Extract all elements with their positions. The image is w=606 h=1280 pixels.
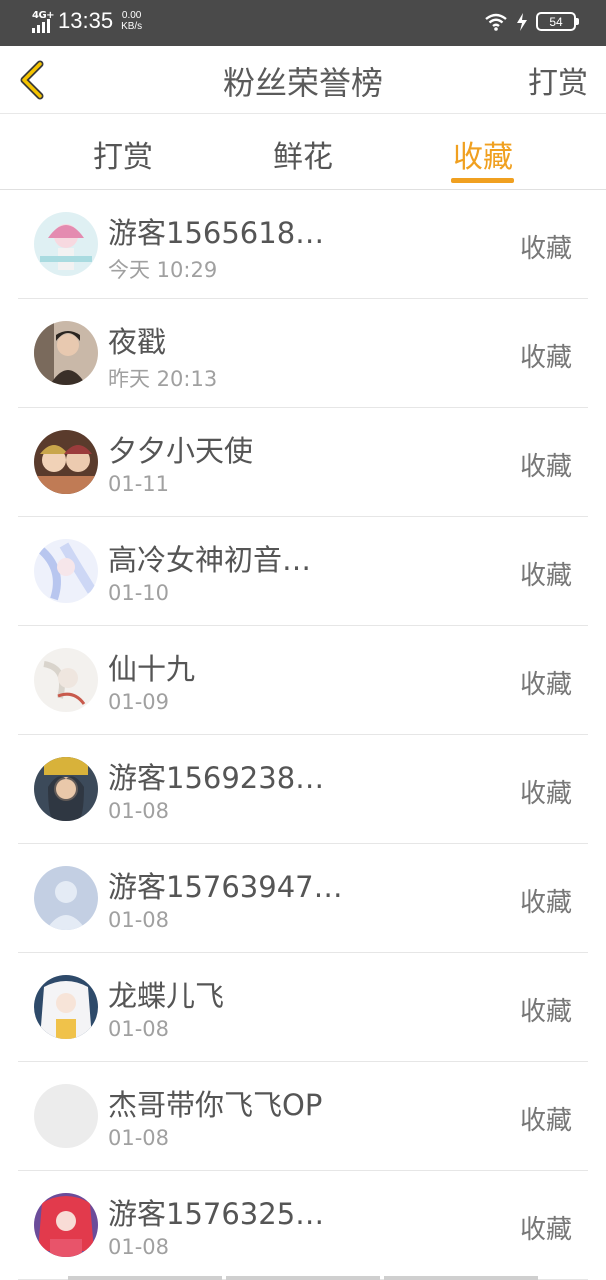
avatar bbox=[34, 757, 98, 821]
avatar bbox=[34, 321, 98, 385]
action-label: 收藏 bbox=[519, 888, 572, 918]
timestamp: 01-09 bbox=[108, 690, 170, 714]
active-tab-indicator bbox=[451, 178, 514, 183]
action-label: 收藏 bbox=[519, 343, 572, 373]
wifi-icon bbox=[485, 13, 507, 31]
timestamp: 01-08 bbox=[108, 908, 170, 932]
avatar bbox=[34, 539, 98, 603]
avatar bbox=[34, 648, 98, 712]
user-name: 高冷女神初音… bbox=[108, 543, 312, 577]
network-speed-unit: KB/s bbox=[121, 21, 143, 32]
avatar bbox=[34, 1193, 98, 1257]
list-item[interactable]: 杰哥带你飞飞OP 01-08 收藏 bbox=[0, 1062, 606, 1171]
action-label: 收藏 bbox=[519, 452, 572, 482]
action-label: 收藏 bbox=[519, 1106, 572, 1136]
default-person-icon bbox=[34, 866, 98, 930]
tab-flowers[interactable]: 鲜花 bbox=[243, 132, 363, 176]
user-name: 游客1569238… bbox=[108, 761, 325, 795]
tab-bar: 打赏 鲜花 收藏 bbox=[0, 114, 606, 190]
timestamp: 01-08 bbox=[108, 1017, 170, 1041]
fan-list: 游客1565618… 今天 10:29 收藏 夜戳 昨天 20:13 收藏 夕夕… bbox=[0, 190, 606, 1280]
network-type: 4G+ bbox=[32, 10, 55, 21]
top-nav-bar: 粉丝荣誉榜 打赏 bbox=[0, 46, 606, 114]
user-name: 龙蝶儿飞 bbox=[108, 979, 225, 1013]
avatar bbox=[34, 1084, 98, 1148]
status-left: 4G+ 13:35 0.00 KB/s bbox=[32, 8, 142, 34]
list-item[interactable]: 游客1569238… 01-08 收藏 bbox=[0, 735, 606, 844]
avatar bbox=[34, 975, 98, 1039]
avatar bbox=[34, 430, 98, 494]
tab-reward[interactable]: 打赏 bbox=[63, 132, 183, 176]
list-item[interactable]: 龙蝶儿飞 01-08 收藏 bbox=[0, 953, 606, 1062]
list-item[interactable]: 夜戳 昨天 20:13 收藏 bbox=[0, 299, 606, 408]
reward-button[interactable]: 打赏 bbox=[528, 58, 588, 102]
user-name: 仙十九 bbox=[108, 652, 196, 686]
timestamp: 01-11 bbox=[108, 472, 170, 496]
timestamp: 01-08 bbox=[108, 1235, 170, 1259]
list-item[interactable]: 夕夕小天使 01-11 收藏 bbox=[0, 408, 606, 517]
battery-icon: 54 bbox=[536, 12, 579, 31]
action-label: 收藏 bbox=[519, 779, 572, 809]
charging-icon bbox=[517, 12, 527, 31]
network-speed: 0.00 KB/s bbox=[121, 10, 142, 32]
list-item[interactable]: 游客1576325… 01-08 收藏 bbox=[0, 1171, 606, 1280]
network-speed-value: 0.00 bbox=[121, 10, 142, 21]
action-label: 收藏 bbox=[519, 561, 572, 591]
timestamp: 01-10 bbox=[108, 581, 170, 605]
action-label: 收藏 bbox=[519, 1215, 572, 1245]
user-name: 游客1565618… bbox=[108, 216, 325, 250]
signal-icon bbox=[32, 19, 50, 33]
battery-level: 54 bbox=[549, 14, 563, 29]
status-bar: 4G+ 13:35 0.00 KB/s 54 bbox=[0, 0, 606, 46]
user-name: 夕夕小天使 bbox=[108, 434, 254, 468]
list-item[interactable]: 游客15763947… 01-08 收藏 bbox=[0, 844, 606, 953]
timestamp: 01-08 bbox=[108, 1126, 170, 1150]
user-name: 游客15763947… bbox=[108, 870, 343, 904]
timestamp: 昨天 20:13 bbox=[108, 367, 218, 391]
list-item[interactable]: 仙十九 01-09 收藏 bbox=[0, 626, 606, 735]
action-label: 收藏 bbox=[519, 234, 572, 264]
avatar bbox=[34, 866, 98, 930]
action-label: 收藏 bbox=[519, 997, 572, 1027]
tab-favorites[interactable]: 收藏 bbox=[423, 132, 543, 176]
status-right: 54 bbox=[484, 12, 579, 31]
user-name: 杰哥带你飞飞OP bbox=[108, 1088, 323, 1122]
scroll-indicator bbox=[68, 1276, 538, 1280]
page-title: 粉丝荣誉榜 bbox=[222, 64, 383, 102]
timestamp: 01-08 bbox=[108, 799, 170, 823]
avatar bbox=[34, 212, 98, 276]
list-item[interactable]: 高冷女神初音… 01-10 收藏 bbox=[0, 517, 606, 626]
user-name: 夜戳 bbox=[108, 325, 167, 359]
timestamp: 今天 10:29 bbox=[108, 258, 218, 282]
user-name: 游客1576325… bbox=[108, 1197, 325, 1231]
action-label: 收藏 bbox=[519, 670, 572, 700]
list-item[interactable]: 游客1565618… 今天 10:29 收藏 bbox=[0, 190, 606, 299]
clock: 13:35 bbox=[58, 8, 114, 33]
